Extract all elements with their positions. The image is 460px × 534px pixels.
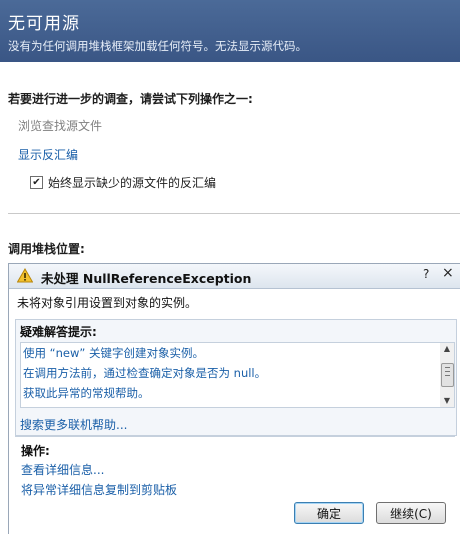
hint-item[interactable]: 在调用方法前，通过检查确定对象是否为 null。 — [23, 365, 266, 381]
actions-heading: 操作: — [21, 444, 50, 458]
browse-source-link[interactable]: 浏览查找源文件 — [18, 117, 102, 134]
close-button[interactable]: × — [442, 265, 454, 281]
troubleshooting-heading: 疑难解答提示: — [20, 325, 97, 339]
exception-message: 未将对象引用设置到对象的实例。 — [17, 296, 198, 310]
troubleshooting-panel: 疑难解答提示: 使用 “new” 关键字创建对象实例。 在调用方法前，通过检查确… — [15, 319, 457, 436]
banner-message: 没有为任何调用堆栈框架加载任何符号。无法显示源代码。 — [8, 39, 307, 53]
ok-button[interactable]: 确定 — [294, 502, 364, 524]
exception-title: 未处理 NullReferenceException — [41, 271, 252, 286]
exception-header: 未处理 NullReferenceException ? × — [9, 264, 460, 289]
scroll-down-arrow-icon[interactable]: ▼ — [440, 395, 454, 407]
view-details-link[interactable]: 查看详细信息... — [21, 461, 104, 478]
scroll-up-arrow-icon[interactable]: ▲ — [440, 343, 454, 355]
always-show-disassembly-checkbox[interactable]: ✔ — [30, 176, 43, 189]
help-button[interactable]: ? — [423, 267, 429, 281]
hint-scrollbar[interactable]: ▲ ▼ — [440, 342, 455, 408]
show-disassembly-link[interactable]: 显示反汇编 — [18, 146, 78, 163]
exception-assistant: 未处理 NullReferenceException ? × 未将对象引用设置到… — [8, 263, 460, 534]
hint-item[interactable]: 获取此异常的常规帮助。 — [23, 385, 150, 401]
call-stack-heading: 调用堆栈位置: — [8, 242, 85, 256]
banner-title: 无可用源 — [8, 14, 80, 34]
search-online-help-link[interactable]: 搜索更多联机帮助... — [20, 416, 127, 433]
scroll-thumb[interactable] — [441, 363, 454, 387]
hint-item[interactable]: 使用 “new” 关键字创建对象实例。 — [23, 345, 204, 361]
continue-button[interactable]: 继续(C) — [376, 502, 446, 524]
no-source-banner: 无可用源 没有为任何调用堆栈框架加载任何符号。无法显示源代码。 — [0, 0, 460, 62]
always-show-disassembly-option[interactable]: ✔ 始终显示缺少的源文件的反汇编 — [30, 174, 216, 191]
troubleshooting-list: 使用 “new” 关键字创建对象实例。 在调用方法前，通过检查确定对象是否为 n… — [20, 342, 442, 408]
copy-details-link[interactable]: 将异常详细信息复制到剪贴板 — [21, 481, 177, 498]
section-divider — [8, 213, 460, 214]
investigate-heading: 若要进行进一步的调查，请尝试下列操作之一: — [8, 92, 253, 106]
always-show-disassembly-label: 始终显示缺少的源文件的反汇编 — [48, 176, 217, 190]
actions-divider — [15, 436, 455, 437]
warning-icon — [17, 268, 33, 283]
